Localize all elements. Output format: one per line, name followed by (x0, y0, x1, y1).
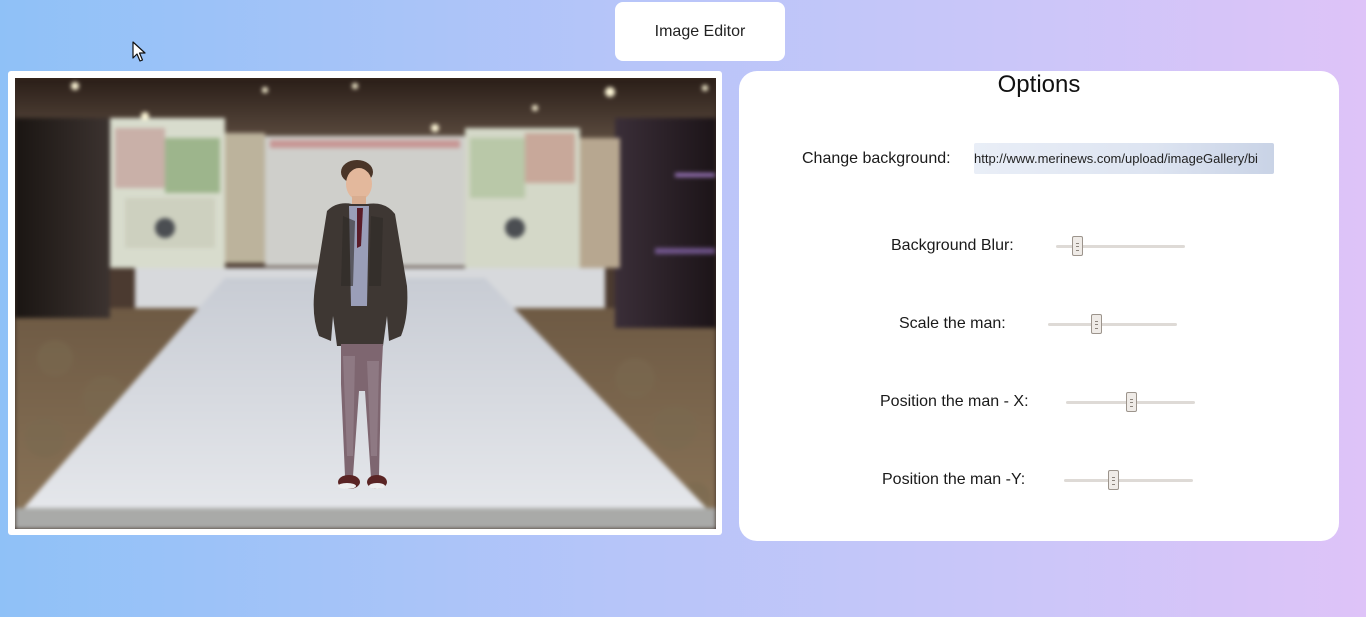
app-title-card: Image Editor (615, 2, 785, 61)
mouse-pointer-icon (132, 41, 146, 62)
options-panel: Options Change background: Background Bl… (739, 71, 1339, 541)
slider-thumb[interactable] (1090, 314, 1102, 334)
background-blur-slider[interactable] (1056, 236, 1185, 256)
slider-track (1064, 479, 1193, 482)
background-blur-label: Background Blur: (891, 237, 1014, 254)
image-preview (15, 78, 716, 529)
app-title: Image Editor (654, 22, 746, 40)
position-y-label: Position the man -Y: (882, 471, 1026, 488)
options-title: Options (997, 71, 1081, 98)
slider-thumb[interactable] (1125, 392, 1137, 412)
slider-thumb[interactable] (1071, 236, 1083, 256)
slider-thumb[interactable] (1108, 470, 1120, 490)
position-x-slider[interactable] (1066, 392, 1195, 412)
scale-man-slider[interactable] (1048, 314, 1177, 334)
slider-track (1048, 323, 1177, 326)
position-y-slider[interactable] (1064, 470, 1193, 490)
image-preview-frame (8, 71, 722, 535)
change-background-label: Change background: (802, 150, 951, 167)
man-figure (313, 160, 408, 489)
background-url-input[interactable] (974, 143, 1274, 174)
position-x-label: Position the man - X: (880, 393, 1029, 410)
scale-man-label: Scale the man: (899, 315, 1006, 332)
